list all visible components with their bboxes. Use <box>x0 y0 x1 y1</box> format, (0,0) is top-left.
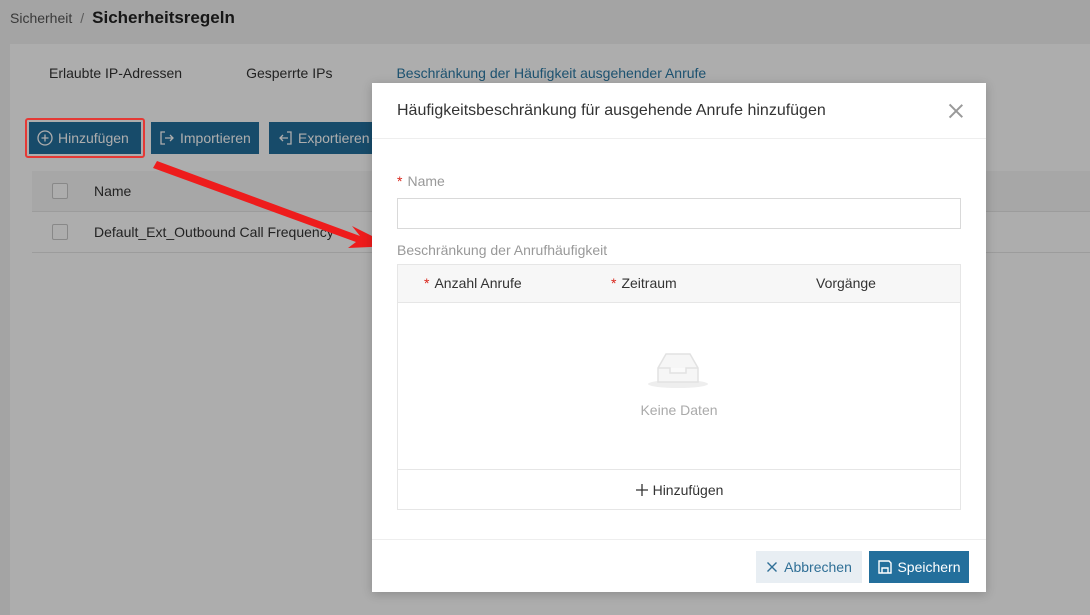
frequency-limit-label: Beschränkung der Anrufhäufigkeit <box>397 242 608 258</box>
empty-state: Keine Daten <box>398 302 960 470</box>
add-row-button[interactable]: Hinzufügen <box>398 470 960 510</box>
save-button[interactable]: Speichern <box>869 551 969 583</box>
name-input[interactable] <box>397 198 961 229</box>
column-calls: * Anzahl Anrufe <box>424 275 522 291</box>
dialog-title: Häufigkeitsbeschränkung für ausgehende A… <box>397 101 826 119</box>
frequency-table: * Anzahl Anrufe * Zeitraum Vorgänge Keine … <box>397 264 961 510</box>
name-label-text: Name <box>407 173 445 189</box>
close-icon <box>767 562 778 572</box>
empty-state-text: Keine Daten <box>640 402 718 418</box>
column-period: * Zeitraum <box>611 275 677 291</box>
plus-icon <box>635 484 648 496</box>
required-marker: * <box>611 275 617 291</box>
required-marker: * <box>424 275 430 291</box>
column-period-label: Zeitraum <box>621 275 677 291</box>
save-button-label: Speichern <box>897 559 961 575</box>
cancel-button-label: Abbrechen <box>784 559 852 575</box>
empty-inbox-icon <box>648 353 708 388</box>
add-frequency-dialog: Häufigkeitsbeschränkung für ausgehende A… <box>372 83 986 592</box>
save-icon <box>878 560 893 574</box>
dialog-footer: Abbrechen Speichern <box>372 539 986 593</box>
add-row-label: Hinzufügen <box>652 482 724 498</box>
column-calls-label: Anzahl Anrufe <box>434 275 522 291</box>
cancel-button[interactable]: Abbrechen <box>756 551 862 583</box>
name-field-label: * Name <box>397 173 445 189</box>
close-icon[interactable] <box>949 104 963 118</box>
frequency-table-header: * Anzahl Anrufe * Zeitraum Vorgänge <box>398 265 960 303</box>
dialog-header: Häufigkeitsbeschränkung für ausgehende A… <box>372 83 986 139</box>
column-actions: Vorgänge <box>816 275 876 291</box>
required-marker: * <box>397 173 403 189</box>
